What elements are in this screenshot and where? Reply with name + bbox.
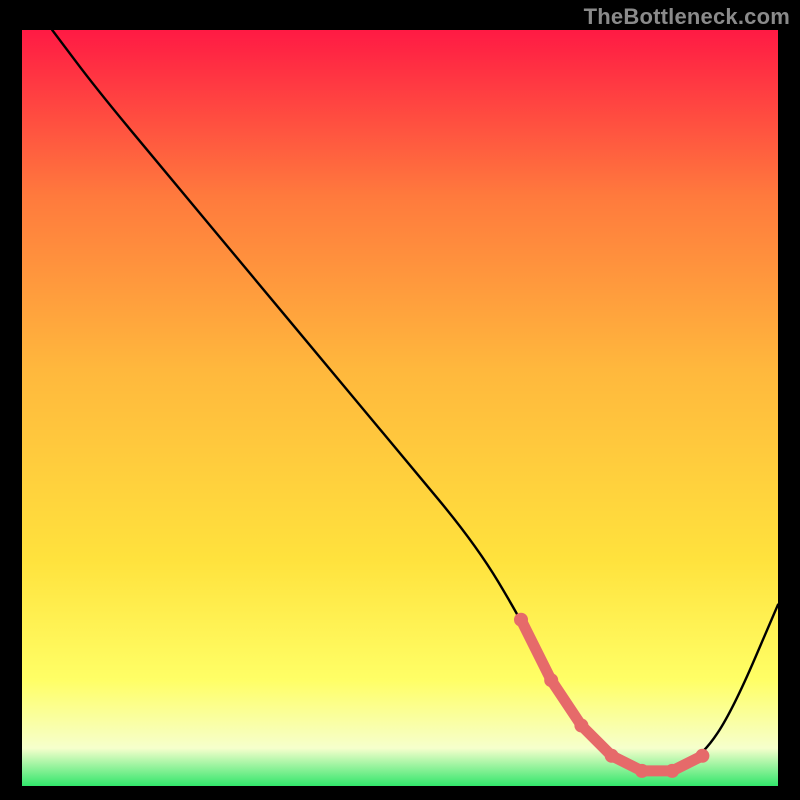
- gradient-rect: [22, 30, 778, 786]
- highlight-dot: [695, 749, 709, 763]
- highlight-dot: [514, 613, 528, 627]
- highlight-dot: [574, 719, 588, 733]
- highlight-dot: [605, 749, 619, 763]
- chart-svg: [22, 30, 778, 786]
- highlight-dot: [544, 673, 558, 687]
- watermark-text: TheBottleneck.com: [584, 4, 790, 30]
- highlight-dot: [635, 764, 649, 778]
- highlight-dot: [665, 764, 679, 778]
- gradient-plot: [22, 30, 778, 786]
- chart-container: TheBottleneck.com: [0, 0, 800, 800]
